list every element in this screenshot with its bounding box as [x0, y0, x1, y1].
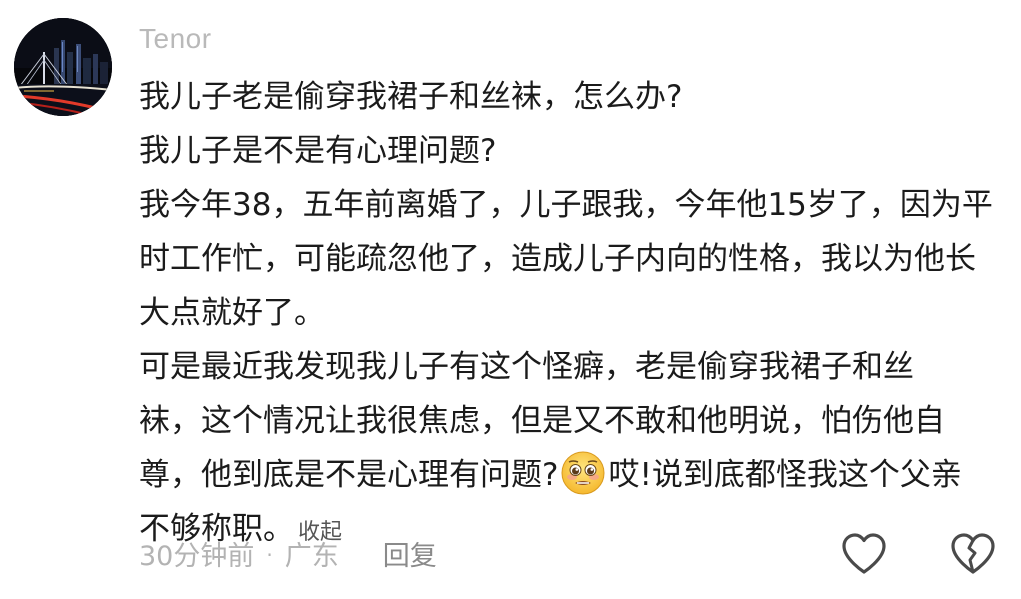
- city-night-avatar-icon: [14, 18, 112, 116]
- comment-item: Tenor 我儿子老是偷穿我裙子和丝袜，怎么办? 我儿子是不是有心理问题? 我今…: [0, 0, 1021, 599]
- comment-line: 我儿子老是偷穿我裙子和丝袜，怎么办?: [139, 79, 683, 115]
- comment-meta: 30分钟前 · 广东 回复: [139, 535, 437, 577]
- comment-line: 时工作忙，可能疏忽他了，造成儿子内向的性格，我以为他长: [139, 241, 976, 277]
- heart-outline-icon[interactable]: [838, 528, 890, 580]
- comment-time: 30分钟前: [139, 541, 255, 572]
- pleading-face-emoji-icon: [560, 450, 606, 496]
- comment-line: 我儿子是不是有心理问题?: [139, 133, 497, 169]
- broken-heart-outline-icon[interactable]: [947, 528, 999, 580]
- comment-text: 我儿子老是偷穿我裙子和丝袜，怎么办? 我儿子是不是有心理问题? 我今年38，五年…: [139, 70, 1009, 560]
- comment-line: 我今年38，五年前离婚了，儿子跟我，今年他15岁了，因为平: [139, 187, 993, 223]
- comment-line: 袜，这个情况让我很焦虑，但是又不敢和他明说，怕伤他自: [139, 403, 945, 439]
- reply-button[interactable]: 回复: [383, 541, 437, 572]
- comment-line-part: 尊，他到底是不是心理有问题?: [139, 457, 559, 493]
- comment-location: 广东: [284, 541, 339, 572]
- user-avatar[interactable]: [14, 18, 112, 116]
- comment-line: 可是最近我发现我儿子有这个怪癖，老是偷穿我裙子和丝: [139, 349, 914, 385]
- comment-line-part: 哎!说到底都怪我这个父亲: [608, 457, 962, 493]
- username[interactable]: Tenor: [139, 20, 212, 58]
- comment-line: 尊，他到底是不是心理有问题? 哎!说到底都怪我这个父亲: [139, 448, 1009, 502]
- comment-line: 大点就好了。: [139, 295, 325, 331]
- meta-separator: ·: [266, 543, 273, 567]
